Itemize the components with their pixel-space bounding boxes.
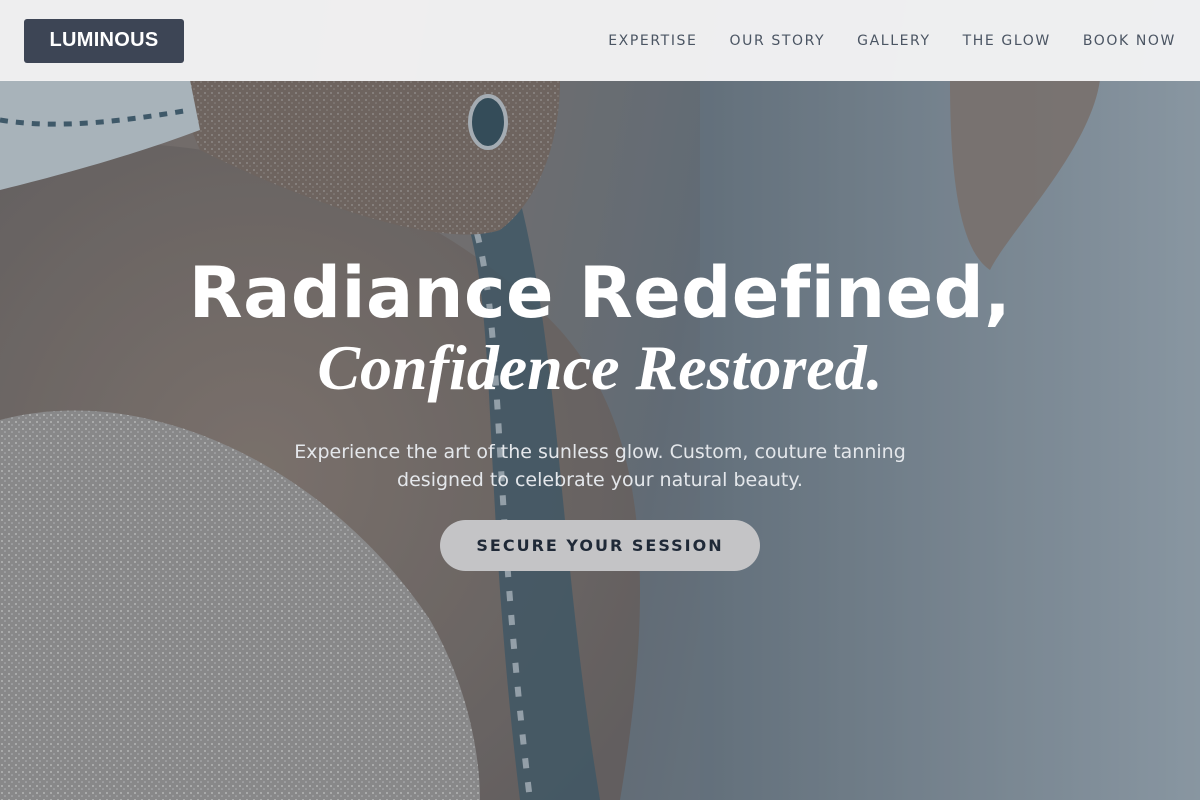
nav-item-the-glow[interactable]: THE GLOW [963,33,1051,49]
hero-content: Radiance Redefined, Confidence Restored.… [0,250,1200,571]
nav-item-gallery[interactable]: GALLERY [857,33,930,49]
main-nav: EXPERTISE OUR STORY GALLERY THE GLOW BOO… [576,33,1176,49]
hero-headline-line1: Radiance Redefined, [188,252,1012,334]
secure-session-button[interactable]: SECURE YOUR SESSION [440,520,760,571]
nav-item-book-now[interactable]: BOOK NOW [1083,33,1176,49]
nav-item-our-story[interactable]: OUR STORY [729,33,825,49]
nav-item-expertise[interactable]: EXPERTISE [608,33,697,49]
brand-logo[interactable]: LUMINOUS [24,18,184,63]
site-header: LUMINOUS EXPERTISE OUR STORY GALLERY THE… [0,0,1200,81]
hero-headline-line2: Confidence Restored. [317,332,883,403]
hero-subtext: Experience the art of the sunless glow. … [294,441,906,491]
